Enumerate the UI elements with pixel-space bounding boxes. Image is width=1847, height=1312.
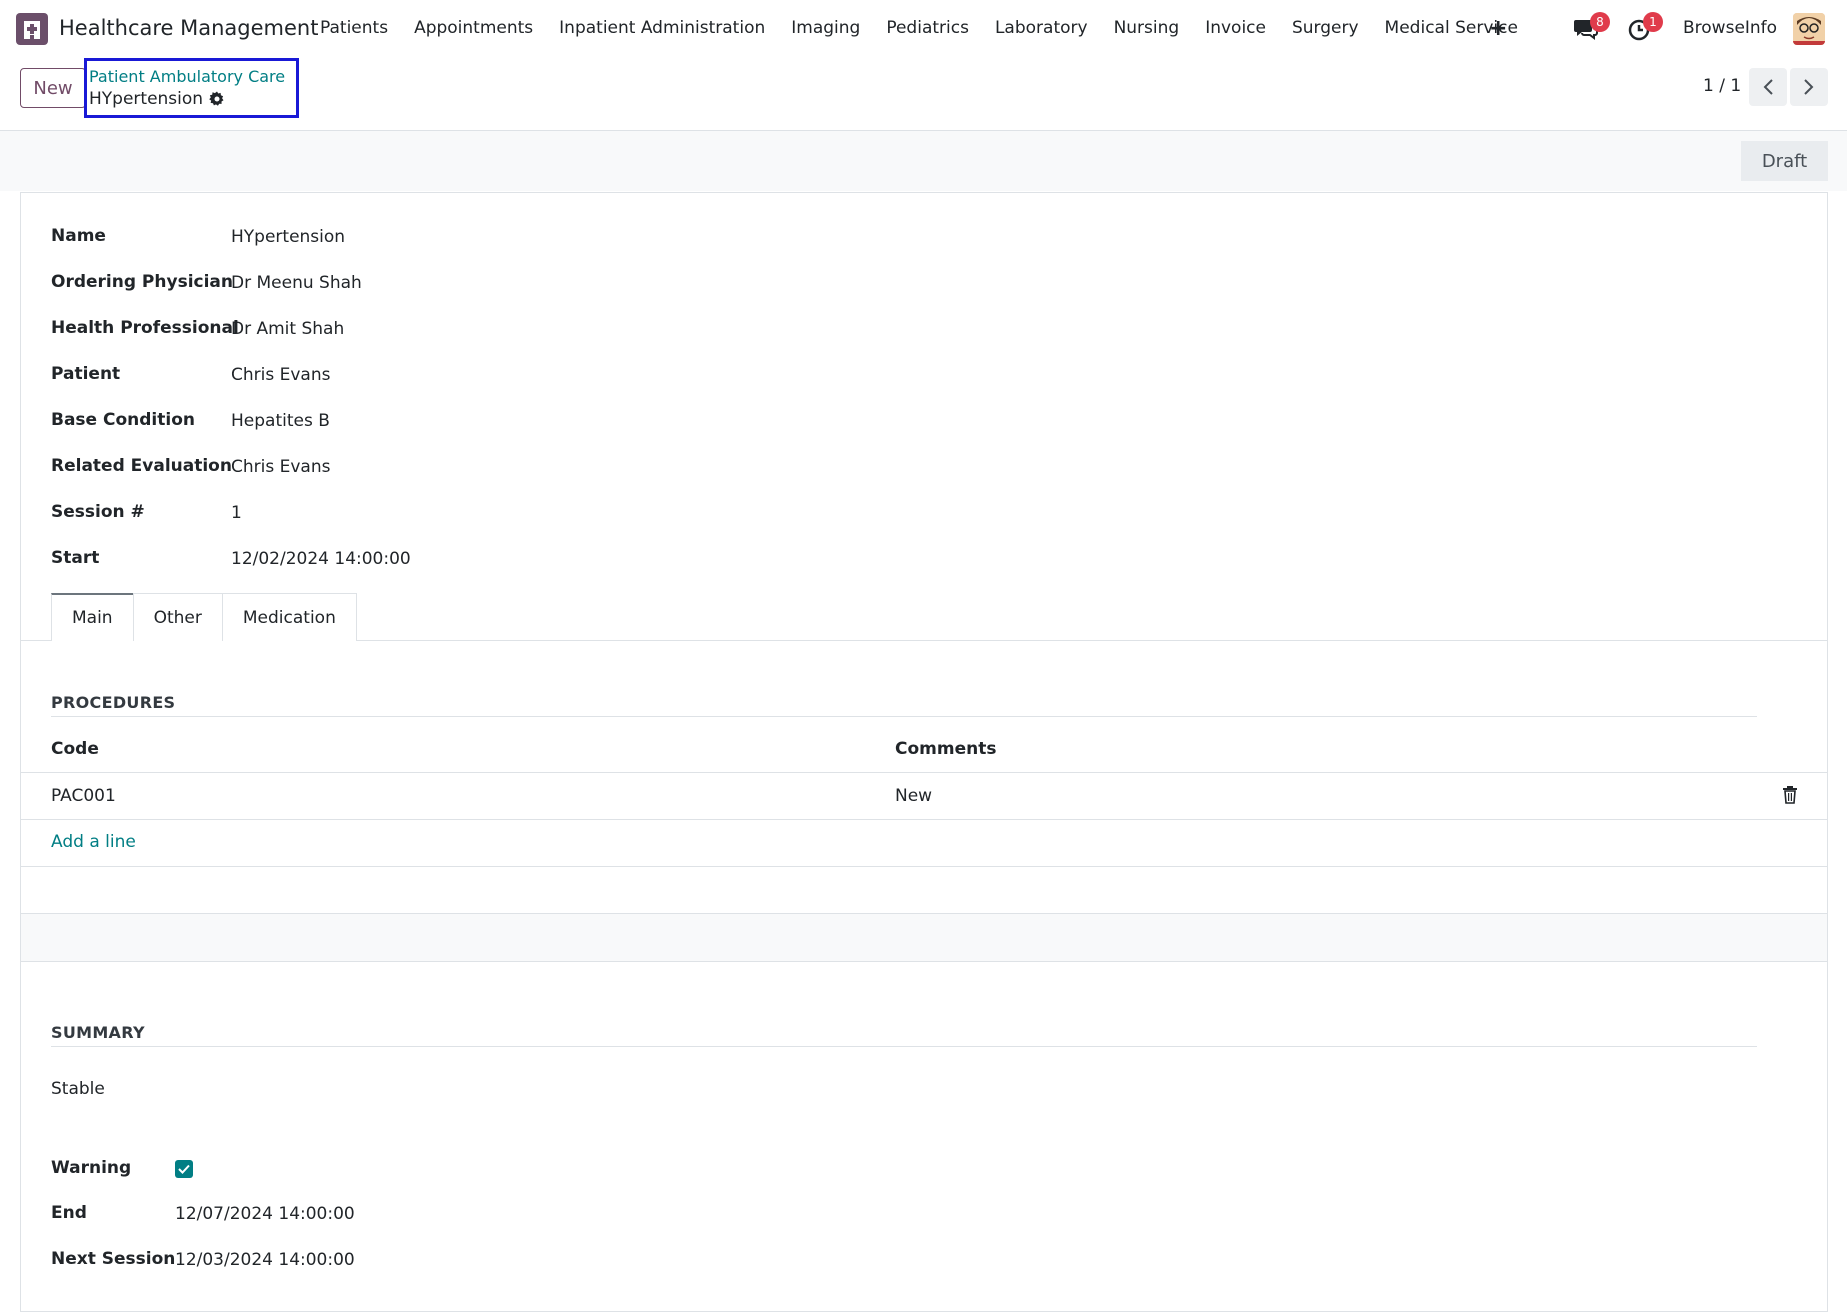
table-row-rule: [21, 961, 1827, 962]
menu-item-invoice[interactable]: Invoice: [1205, 18, 1266, 38]
warning-checkbox[interactable]: [175, 1160, 193, 1178]
activities-badge: 1: [1643, 12, 1663, 32]
hospital-icon[interactable]: [16, 13, 48, 45]
next-session-field[interactable]: 12/03/2024 14:00:00: [175, 1250, 355, 1270]
top-navbar: Healthcare Management Patients Appointme…: [0, 0, 1847, 58]
base-condition-label: Base Condition: [51, 410, 195, 430]
add-a-line-link[interactable]: Add a line: [51, 832, 136, 852]
name-label: Name: [51, 226, 106, 246]
column-header-comments[interactable]: Comments: [895, 739, 996, 759]
breadcrumb-parent-link[interactable]: Patient Ambulatory Care: [89, 67, 285, 86]
summary-rule: [51, 1046, 1757, 1047]
column-header-code[interactable]: Code: [51, 739, 99, 759]
breadcrumb: HYpertension: [89, 89, 225, 109]
summary-text[interactable]: Stable: [51, 1079, 105, 1099]
control-panel: New Patient Ambulatory Care HYpertension…: [0, 58, 1847, 131]
tab-other[interactable]: Other: [132, 593, 223, 641]
menu-item-imaging[interactable]: Imaging: [791, 18, 860, 38]
health-professional-field[interactable]: Dr Amit Shah: [231, 319, 344, 339]
table-row-rule: [21, 913, 1827, 914]
table-cell-comments[interactable]: New: [895, 786, 932, 806]
menu-item-nursing[interactable]: Nursing: [1114, 18, 1180, 38]
breadcrumb-current: HYpertension: [89, 89, 204, 109]
next-session-label: Next Session: [51, 1249, 176, 1269]
chevron-left-icon: [1763, 79, 1773, 95]
tab-medication[interactable]: Medication: [221, 593, 357, 641]
related-evaluation-label: Related Evaluation: [51, 456, 232, 476]
user-name[interactable]: BrowseInfo: [1683, 18, 1777, 38]
session-label: Session #: [51, 502, 145, 522]
pager-previous-button[interactable]: [1749, 68, 1787, 106]
new-button[interactable]: New: [20, 68, 86, 108]
start-label: Start: [51, 548, 100, 568]
menu-item-inpatient-administration[interactable]: Inpatient Administration: [559, 18, 765, 38]
menu-item-appointments[interactable]: Appointments: [414, 18, 533, 38]
patient-field[interactable]: Chris Evans: [231, 365, 330, 385]
summary-title: SUMMARY: [51, 1023, 145, 1042]
table-header-rule: [21, 772, 1827, 773]
patient-label: Patient: [51, 364, 121, 384]
base-condition-field[interactable]: Hepatites B: [231, 411, 330, 431]
ordering-physician-label: Ordering Physician: [51, 272, 234, 292]
ordering-physician-field[interactable]: Dr Meenu Shah: [231, 273, 362, 293]
procedures-rule: [51, 716, 1757, 717]
trash-icon[interactable]: [1782, 786, 1798, 804]
main-menu: Patients Appointments Inpatient Administ…: [320, 18, 1544, 38]
checkmark-icon: [178, 1164, 190, 1174]
tab-main[interactable]: Main: [51, 593, 134, 641]
warning-label: Warning: [51, 1158, 132, 1178]
plus-icon[interactable]: +: [1489, 16, 1507, 41]
pager-next-button[interactable]: [1790, 68, 1828, 106]
menu-item-pediatrics[interactable]: Pediatrics: [886, 18, 969, 38]
messages-badge: 8: [1590, 12, 1610, 32]
table-empty-row: [21, 914, 1827, 961]
related-evaluation-field[interactable]: Chris Evans: [231, 457, 330, 477]
form-tabs: Main Other Medication: [51, 593, 357, 641]
status-bar: [0, 131, 1847, 191]
session-field[interactable]: 1: [231, 503, 242, 523]
health-professional-label: Health Professional: [51, 318, 239, 338]
procedures-title: PROCEDURES: [51, 693, 176, 712]
pager-value[interactable]: 1 / 1: [1703, 76, 1741, 96]
app-title[interactable]: Healthcare Management: [59, 16, 318, 40]
end-field[interactable]: 12/07/2024 14:00:00: [175, 1204, 355, 1224]
table-row-rule: [21, 819, 1827, 820]
table-cell-code[interactable]: PAC001: [51, 786, 116, 806]
menu-item-patients[interactable]: Patients: [320, 18, 388, 38]
name-field[interactable]: HYpertension: [231, 227, 345, 247]
start-field[interactable]: 12/02/2024 14:00:00: [231, 549, 411, 569]
menu-item-laboratory[interactable]: Laboratory: [995, 18, 1088, 38]
gear-icon[interactable]: [209, 91, 225, 107]
table-row-rule: [21, 866, 1827, 867]
end-label: End: [51, 1203, 87, 1223]
chevron-right-icon: [1804, 79, 1814, 95]
status-draft-button[interactable]: Draft: [1741, 141, 1828, 181]
avatar[interactable]: [1793, 13, 1825, 45]
menu-item-surgery[interactable]: Surgery: [1292, 18, 1359, 38]
